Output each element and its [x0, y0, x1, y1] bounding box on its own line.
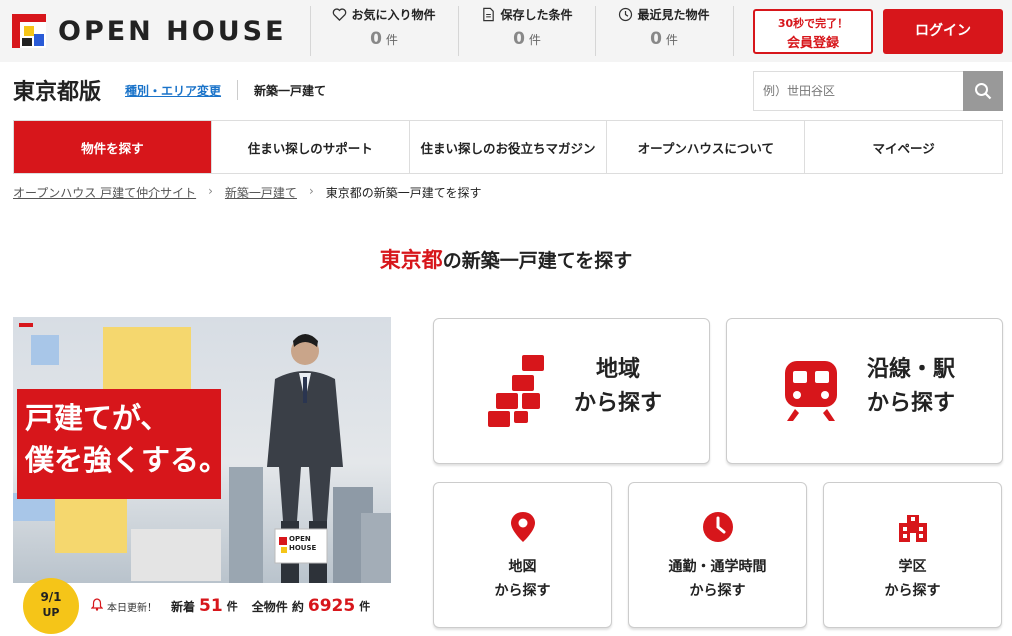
search-by-commute-text: 通勤・通学時間 から探す — [629, 555, 806, 603]
search-by-area-line1: 地域 — [596, 357, 641, 382]
map-pin-icon — [510, 512, 535, 542]
search-by-map-line2: から探す — [494, 583, 551, 599]
page-title-rest: の新築一戸建てを探す — [442, 250, 633, 272]
page-title-region: 東京都 — [379, 248, 443, 272]
total-listings-count: 6925 — [307, 596, 356, 616]
logo-mark-icon — [12, 14, 46, 48]
search-by-area-text: 地域 から探す — [574, 353, 662, 421]
update-date: 9/1 — [40, 590, 62, 604]
nav-magazine[interactable]: 住まい探しのお役立ちマガジン — [408, 121, 607, 173]
search-by-area-line2: から探す — [574, 391, 663, 416]
update-date-badge: 9/1 UP — [23, 578, 79, 634]
recently-viewed-label: 最近見た物件 — [637, 8, 710, 22]
hero-tagline-line1: 戸建てが、 — [25, 401, 170, 435]
divider — [595, 6, 596, 56]
search-by-station-card[interactable]: 沿線・駅 から探す — [726, 318, 1003, 464]
divider — [733, 6, 734, 56]
divider — [237, 80, 238, 100]
search-by-area-card[interactable]: 地域 から探す — [433, 318, 710, 464]
area-blocks-icon — [488, 355, 544, 427]
document-icon — [483, 7, 495, 22]
search-by-school-card[interactable]: 学区 から探す — [823, 482, 1002, 628]
breadcrumb-current: 東京都の新築一戸建てを探す — [325, 186, 482, 200]
divider — [458, 6, 459, 56]
saved-conditions-unit: 件 — [528, 33, 541, 47]
favorites-label: お気に入り物件 — [351, 8, 436, 22]
hero-sign-line1: OPEN — [289, 535, 311, 543]
divider — [310, 6, 311, 56]
search-by-commute-card[interactable]: 通勤・通学時間 から探す — [628, 482, 807, 628]
search-by-school-text: 学区 から探す — [824, 555, 1001, 603]
breadcrumb-separator: › — [208, 184, 213, 198]
search-by-commute-line1: 通勤・通学時間 — [668, 559, 767, 575]
nav-support[interactable]: 住まい探しのサポート — [210, 121, 409, 173]
heart-icon — [333, 8, 347, 22]
hero-sign-line2: HOUSE — [289, 544, 317, 552]
train-icon — [785, 361, 837, 421]
breadcrumb-category[interactable]: 新築一戸建て — [225, 184, 297, 201]
hero-tagline-line2: 僕を強くする。 — [25, 443, 229, 477]
nav-mypage[interactable]: マイページ — [804, 121, 1002, 173]
search-by-map-line1: 地図 — [508, 559, 537, 575]
new-listings-count: 51 — [199, 596, 223, 616]
total-listings-label: 全物件 約 — [251, 599, 304, 614]
breadcrumb-home[interactable]: オープンハウス 戸建て仲介サイト — [13, 184, 196, 201]
search-button[interactable] — [963, 71, 1003, 111]
bell-icon — [90, 598, 104, 614]
nav-search-properties[interactable]: 物件を探す — [14, 121, 211, 173]
search-by-station-line1: 沿線・駅 — [867, 357, 956, 382]
search-by-map-card[interactable]: 地図 から探す — [433, 482, 612, 628]
clock-icon — [619, 7, 633, 22]
recently-viewed-count: 0 — [650, 29, 662, 49]
main-nav: 物件を探す 住まい探しのサポート 住まい探しのお役立ちマガジン オープンハウスに… — [13, 120, 1003, 174]
total-listings-unit: 件 — [359, 600, 371, 613]
page-title: 東京都の新築一戸建てを探す — [0, 244, 1012, 274]
search-input[interactable] — [753, 71, 964, 111]
hero-tagline: 戸建てが、 僕を強くする。 — [25, 397, 228, 481]
search-by-station-line2: から探す — [867, 391, 956, 416]
saved-conditions-label: 保存した条件 — [500, 8, 573, 22]
new-listings-unit: 件 — [226, 600, 238, 613]
region-title: 東京都版 — [13, 80, 102, 105]
school-icon — [898, 515, 927, 542]
favorites-count: 0 — [370, 29, 382, 49]
logo-text: OPEN HOUSE — [58, 15, 287, 47]
change-area-link[interactable]: 種別・エリア変更 — [125, 82, 221, 99]
nav-about[interactable]: オープンハウスについて — [606, 121, 805, 173]
search-icon — [975, 83, 992, 100]
hero-banner[interactable]: 戸建てが、 僕を強くする。 OPEN HOUSE — [13, 317, 391, 583]
breadcrumb: オープンハウス 戸建て仲介サイト › 新築一戸建て › 東京都の新築一戸建てを探… — [13, 184, 482, 201]
update-up-label: UP — [42, 606, 60, 619]
saved-conditions-count: 0 — [513, 29, 525, 49]
search-by-map-text: 地図 から探す — [434, 555, 611, 603]
register-caption: 30秒で完了！ — [777, 17, 849, 30]
recently-viewed-counter[interactable]: 最近見た物件 0件 — [603, 6, 725, 56]
breadcrumb-separator: › — [308, 184, 314, 198]
search-by-station-text: 沿線・駅 から探す — [867, 353, 955, 421]
search-by-commute-line2: から探す — [689, 583, 746, 599]
favorites-counter[interactable]: お気に入り物件 0件 — [318, 6, 450, 56]
new-listings-label: 新着 — [171, 599, 196, 614]
top-header: OPEN HOUSE お気に入り物件 0件 保存した条件 0件 最近見た物件 0… — [0, 0, 1012, 62]
favorites-unit: 件 — [385, 33, 398, 47]
site-logo[interactable]: OPEN HOUSE — [12, 14, 287, 48]
login-button[interactable]: ログイン — [883, 9, 1003, 54]
search-by-school-line2: から探す — [884, 583, 941, 599]
register-label: 会員登録 — [786, 36, 839, 51]
search-by-school-line1: 学区 — [898, 559, 927, 575]
saved-conditions-counter[interactable]: 保存した条件 0件 — [466, 6, 588, 56]
register-button[interactable]: 30秒で完了！ 会員登録 — [753, 9, 873, 54]
property-type-label: 新築一戸建て — [254, 84, 327, 98]
updated-today-label: 本日更新！ — [107, 602, 157, 614]
hero-sign-text: OPEN HOUSE — [289, 535, 316, 553]
clock-icon — [702, 512, 733, 542]
recently-viewed-unit: 件 — [665, 33, 678, 47]
